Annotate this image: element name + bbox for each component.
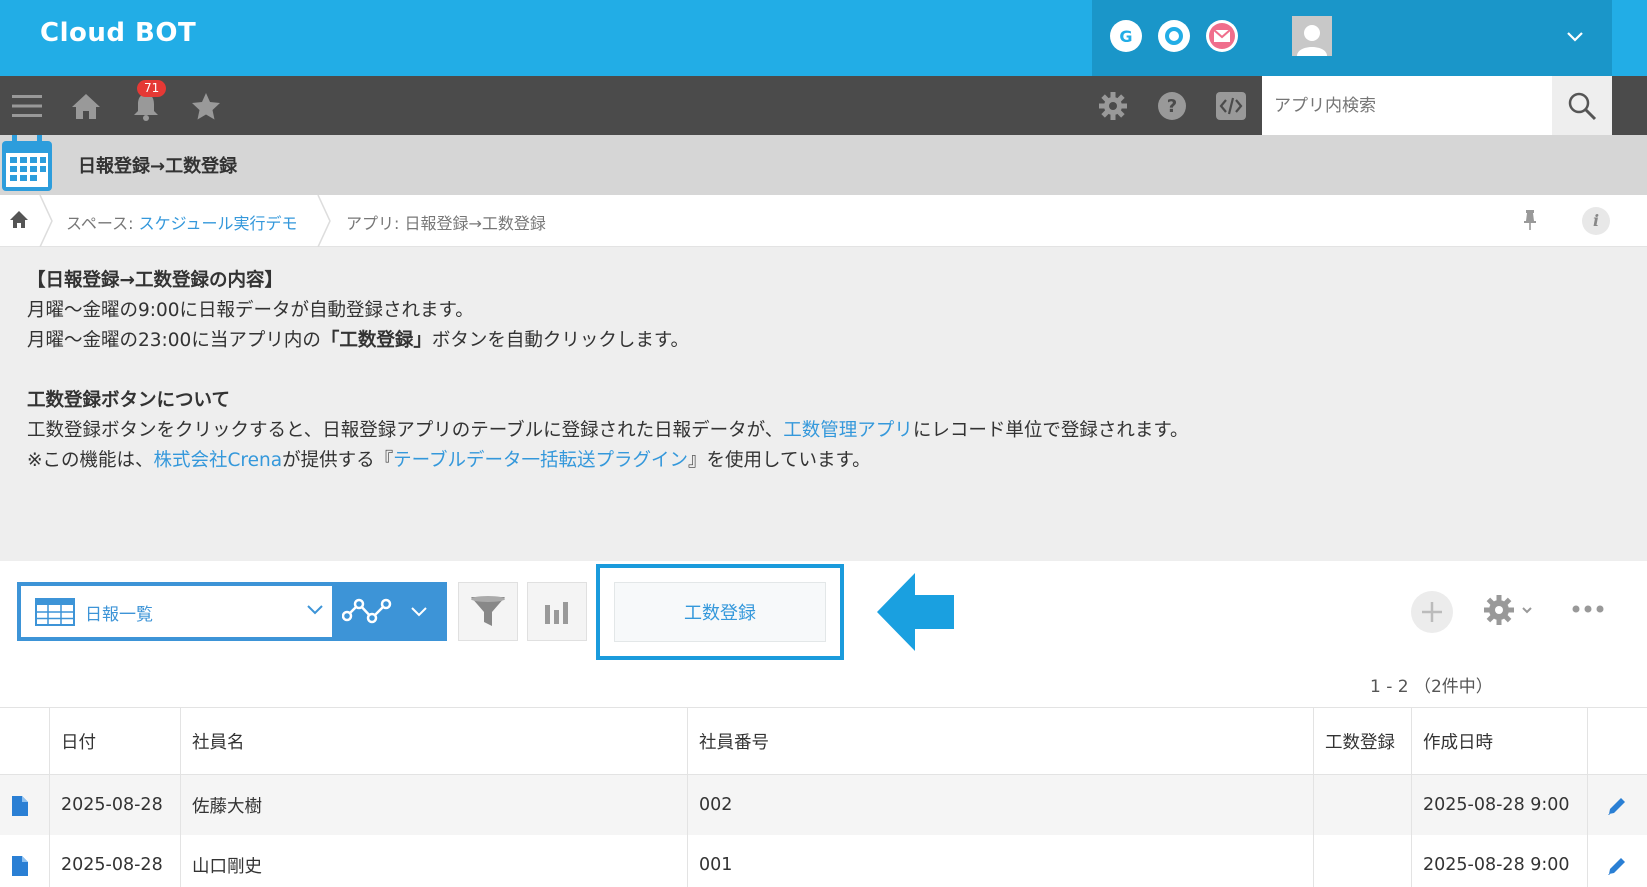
pointing-arrow-icon — [877, 573, 954, 651]
graph-selector[interactable] — [332, 582, 447, 641]
more-options-icon[interactable] — [1572, 599, 1604, 618]
bold-text: 「工数登録」 — [320, 330, 432, 351]
view-name: 日報一覧 — [85, 605, 153, 625]
kousu-app-link[interactable]: 工数管理アプリ — [783, 420, 913, 441]
app-header: 日報登録→工数登録 — [0, 135, 1647, 195]
edit-pencil-icon[interactable] — [1606, 855, 1628, 877]
app-launcher-group: G — [1092, 0, 1262, 76]
table-view-icon — [35, 598, 75, 626]
gear-dropdown-icon — [1484, 595, 1532, 625]
cell-kousu — [1313, 775, 1411, 835]
cell-employee-number: 001 — [687, 835, 1313, 887]
hamburger-menu-icon[interactable] — [11, 90, 43, 122]
notification-count-badge: 71 — [137, 80, 167, 97]
description-subheading: 工数登録ボタンについて — [27, 390, 230, 411]
list-toolbar: 日報一覧 工数登録 — [0, 561, 1647, 661]
breadcrumb-app: アプリ: 日報登録→工数登録 — [346, 214, 546, 233]
graph-button[interactable] — [527, 582, 587, 641]
plugin-link[interactable]: テーブルデータ一括転送プラグイン — [393, 450, 688, 471]
breadcrumb-space: スペース: スケジュール実行デモ — [66, 210, 297, 234]
favorite-star-icon[interactable] — [190, 90, 222, 122]
filter-button[interactable] — [458, 582, 518, 641]
cell-created-at: 2025-08-28 9:00 — [1411, 775, 1587, 835]
help-question-icon[interactable]: ? — [1156, 90, 1188, 122]
top-bar: Cloud BOT G — [0, 0, 1647, 76]
table-header-row: 日付 社員名 社員番号 工数登録 作成日時 — [0, 707, 1647, 775]
nav-bar: 71 ? — [0, 76, 1647, 135]
add-record-button[interactable] — [1411, 591, 1453, 633]
breadcrumb-separator-icon — [39, 195, 53, 247]
breadcrumb-home-icon[interactable] — [9, 210, 29, 233]
pin-icon[interactable] — [1523, 209, 1537, 235]
record-detail-icon[interactable] — [12, 796, 28, 816]
plus-icon — [1422, 602, 1442, 622]
chevron-down-icon — [307, 605, 323, 615]
cell-employee-name: 山口剛史 — [180, 835, 687, 887]
garoon-icon[interactable] — [1158, 20, 1190, 52]
app-title: 日報登録→工数登録 — [78, 156, 238, 177]
breadcrumb: スペース: スケジュール実行デモ アプリ: 日報登録→工数登録 i — [0, 195, 1647, 247]
description-line: 月曜～金曜の9:00に日報データが自動登録されます。 — [27, 300, 474, 321]
column-header-created-at[interactable]: 作成日時 — [1411, 708, 1587, 774]
column-header-kousu[interactable]: 工数登録 — [1313, 708, 1411, 774]
description-heading: 【日報登録→工数登録の内容】 — [27, 270, 284, 291]
table-row[interactable]: 2025-08-28 佐藤大樹 002 2025-08-28 9:00 — [0, 775, 1647, 835]
column-header-employee-number[interactable]: 社員番号 — [687, 708, 1313, 774]
cell-kousu — [1313, 835, 1411, 887]
app-logo[interactable]: Cloud BOT — [40, 18, 196, 48]
search-icon[interactable] — [1552, 76, 1612, 135]
view-selector[interactable]: 日報一覧 — [17, 582, 332, 641]
google-icon[interactable]: G — [1110, 20, 1142, 52]
description-line: ※この機能は、株式会社Crenaが提供する『テーブルデータ一括転送プラグイン』を… — [27, 450, 871, 471]
cell-employee-number: 002 — [687, 775, 1313, 835]
description-line: 工数登録ボタンをクリックすると、日報登録アプリのテーブルに登録された日報データが… — [27, 420, 1189, 441]
edit-pencil-icon[interactable] — [1606, 795, 1628, 817]
breadcrumb-space-link[interactable]: スケジュール実行デモ — [139, 214, 298, 233]
app-description: 【日報登録→工数登録の内容】 月曜～金曜の9:00に日報データが自動登録されます… — [0, 247, 1647, 561]
mail-icon[interactable] — [1206, 20, 1238, 52]
cell-date: 2025-08-28 — [49, 835, 180, 887]
svg-text:?: ? — [1167, 96, 1177, 117]
app-search-input[interactable] — [1262, 76, 1552, 135]
cell-employee-name: 佐藤大樹 — [180, 775, 687, 835]
bar-chart-icon — [545, 601, 568, 624]
column-header-date[interactable]: 日付 — [49, 708, 180, 774]
column-header-employee-name[interactable]: 社員名 — [180, 708, 687, 774]
user-menu[interactable] — [1262, 0, 1612, 76]
column-header-actions — [1587, 708, 1647, 774]
breadcrumb-space-prefix: スペース: — [66, 214, 139, 233]
cell-date: 2025-08-28 — [49, 775, 180, 835]
chevron-down-icon — [411, 607, 427, 617]
settings-gear-icon[interactable] — [1097, 90, 1129, 122]
table-row[interactable]: 2025-08-28 山口剛史 001 2025-08-28 9:00 — [0, 835, 1647, 887]
filter-funnel-icon — [471, 595, 505, 626]
description-line: 月曜～金曜の23:00に当アプリ内の「工数登録」ボタンを自動クリックします。 — [27, 330, 689, 351]
user-avatar-icon[interactable] — [1292, 16, 1332, 56]
app-settings-button[interactable] — [1482, 593, 1538, 631]
crena-link[interactable]: 株式会社Crena — [154, 450, 283, 471]
home-icon[interactable] — [70, 90, 102, 122]
cell-created-at: 2025-08-28 9:00 — [1411, 835, 1587, 887]
record-detail-icon[interactable] — [12, 856, 28, 876]
breadcrumb-separator-icon — [317, 195, 331, 247]
kousu-register-button[interactable]: 工数登録 — [614, 582, 826, 642]
code-icon[interactable] — [1215, 90, 1247, 122]
chevron-down-icon[interactable] — [1566, 28, 1584, 47]
pagination-count: 1 - 2 （2件中） — [1370, 677, 1493, 697]
line-graph-icon — [342, 598, 392, 624]
calendar-app-icon — [0, 133, 56, 197]
app-info-icon[interactable]: i — [1582, 207, 1610, 235]
